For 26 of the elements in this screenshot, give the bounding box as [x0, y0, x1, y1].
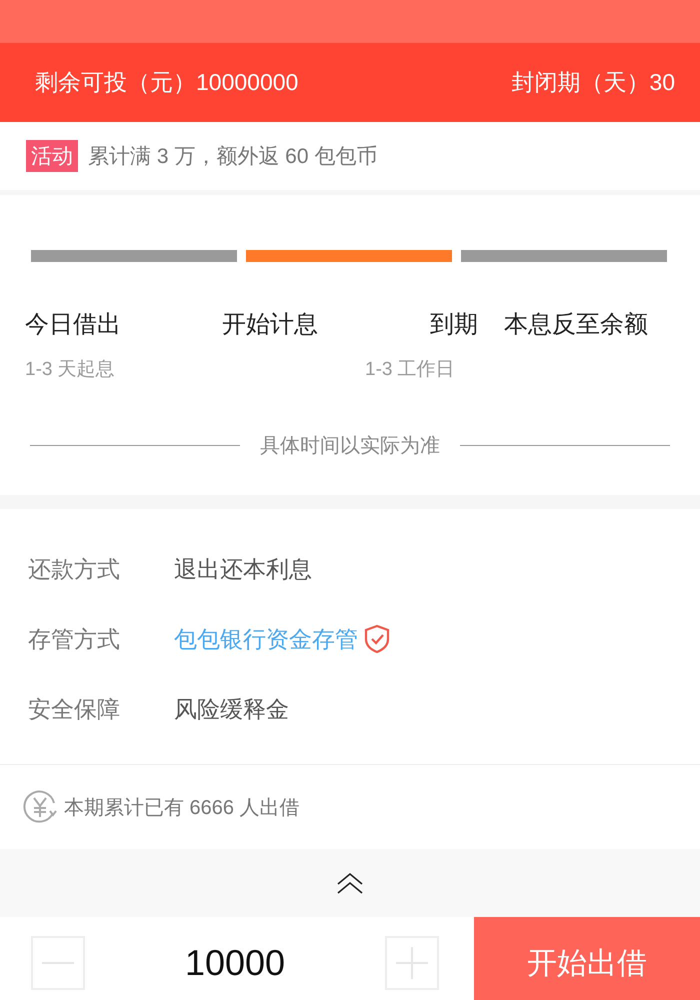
- yen-coin-icon: [22, 789, 58, 825]
- step-label: 今日借出: [25, 310, 122, 340]
- timing-note: 具体时间以实际为准: [260, 434, 440, 459]
- step-label: 到期: [430, 310, 479, 340]
- step-note: 1-3 工作日: [365, 358, 456, 382]
- detail-label: 存管方式: [27, 624, 121, 654]
- minus-button[interactable]: [31, 936, 85, 990]
- detail-value: 风险缓释金: [174, 694, 289, 724]
- step-label: 开始计息: [222, 310, 319, 340]
- promo-badge: 活动: [26, 140, 78, 172]
- amount-value[interactable]: 10000: [85, 942, 385, 984]
- detail-label: 安全保障: [27, 694, 121, 724]
- step-label: 本息反至余额: [504, 310, 649, 340]
- plus-button[interactable]: [385, 936, 439, 990]
- remaining-amount: 剩余可投（元）10000000: [35, 68, 298, 97]
- investor-count: 本期累计已有 6666 人出借: [64, 796, 300, 820]
- lend-button[interactable]: 开始出借: [474, 917, 700, 1000]
- detail-label: 还款方式: [27, 554, 121, 584]
- closed-period: 封闭期（天）30: [511, 68, 675, 97]
- detail-value: 退出还本利息: [174, 554, 312, 584]
- plus-icon: [396, 947, 428, 979]
- custody-link[interactable]: 包包银行资金存管: [174, 624, 358, 654]
- double-chevron-up-icon[interactable]: [336, 871, 364, 895]
- shield-check-icon: [364, 624, 390, 654]
- promo-text: 累计满 3 万，额外返 60 包包币: [88, 144, 378, 170]
- step-note: 1-3 天起息: [25, 358, 116, 382]
